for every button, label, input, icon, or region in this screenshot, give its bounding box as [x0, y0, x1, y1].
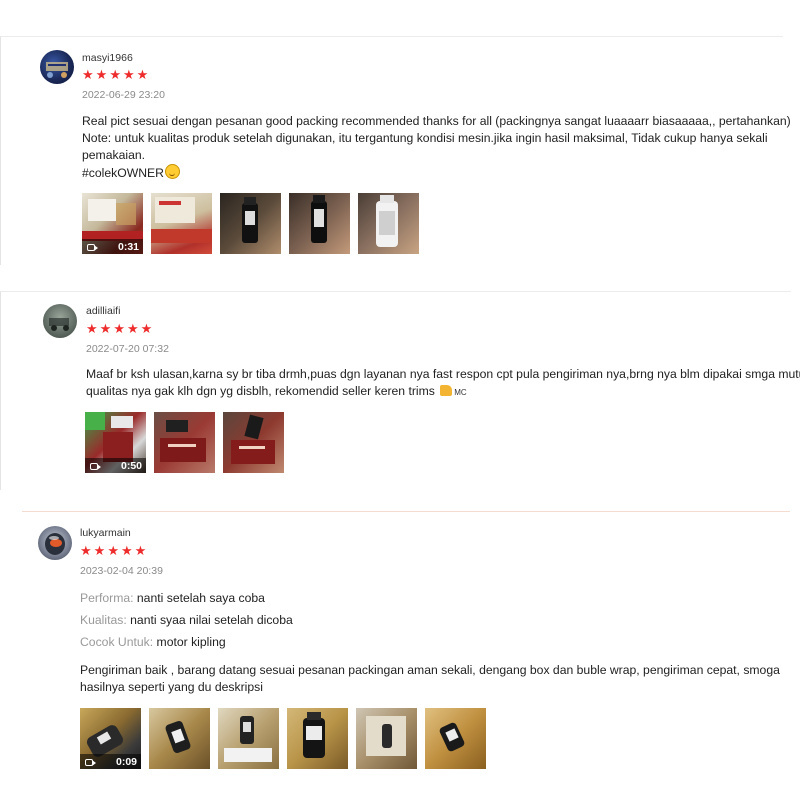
star-icon: ★	[99, 321, 113, 336]
rating-stars: ★★★★★	[86, 322, 154, 336]
review-image-thumbnail[interactable]	[220, 193, 281, 254]
review-image-thumbnail[interactable]	[223, 412, 284, 473]
smile-emoji-icon	[164, 164, 180, 179]
review-image-thumbnail[interactable]	[356, 708, 417, 769]
video-duration: 0:09	[115, 756, 137, 768]
review-image-thumbnail[interactable]	[289, 193, 350, 254]
reviewer-username[interactable]: lukyarmain	[80, 527, 131, 539]
star-icon: ★	[120, 543, 134, 558]
video-badge: 0:09	[80, 754, 141, 769]
review-image-thumbnail[interactable]	[151, 193, 212, 254]
rating-stars: ★★★★★	[82, 68, 150, 82]
thumbs-up-emoji-icon	[440, 385, 453, 396]
review-video-thumbnail[interactable]: 0:09	[80, 708, 141, 769]
review-date: 2022-06-29 23:20	[82, 89, 165, 101]
reviewer-username[interactable]: adilliaifi	[86, 305, 120, 317]
review-text-line: Real pict sesuai dengan pesanan good pac…	[82, 114, 791, 128]
review-media: 0:50	[85, 412, 284, 473]
attribute-value: motor kipling	[156, 635, 226, 649]
review-attribute-kualitas: Kualitas: nanti syaa nilai setelah dicob…	[80, 613, 293, 627]
review-attribute-performa: Performa: nanti setelah saya coba	[80, 591, 265, 605]
star-icon: ★	[93, 543, 107, 558]
avatar[interactable]	[40, 50, 74, 84]
review-card: adilliaifi ★★★★★ 2022-07-20 07:32 Maaf b…	[0, 291, 800, 490]
reviewer-username[interactable]: masyi1966	[82, 52, 133, 64]
review-text-line: qualitas nya gak klh dgn yg disblh, reko…	[86, 384, 435, 398]
star-icon: ★	[136, 67, 150, 82]
review-date: 2023-02-04 20:39	[80, 565, 163, 577]
review-image-thumbnail[interactable]	[425, 708, 486, 769]
review-text-line: hasilnya seperti yang du deskripsi	[80, 680, 263, 694]
review-image-thumbnail[interactable]	[149, 708, 210, 769]
star-icon: ★	[122, 67, 136, 82]
attribute-value: nanti setelah saya coba	[136, 591, 265, 605]
star-icon: ★	[80, 543, 93, 558]
review-attribute-cocok-untuk: Cocok Untuk: motor kipling	[80, 635, 226, 649]
review-video-thumbnail[interactable]: 0:31	[82, 193, 143, 254]
review-video-thumbnail[interactable]: 0:50	[85, 412, 146, 473]
star-icon: ★	[95, 67, 109, 82]
review-text: Pengiriman baik , barang datang sesuai p…	[80, 662, 780, 696]
star-icon: ★	[126, 321, 140, 336]
review-text-line: #colekOWNER	[82, 166, 164, 180]
video-camera-icon	[90, 463, 101, 470]
review-image-thumbnail[interactable]	[287, 708, 348, 769]
review-image-thumbnail[interactable]	[154, 412, 215, 473]
star-icon: ★	[140, 321, 154, 336]
video-badge: 0:50	[85, 458, 146, 473]
avatar[interactable]	[38, 526, 72, 560]
avatar[interactable]	[43, 304, 77, 338]
video-camera-icon	[85, 759, 96, 766]
video-badge: 0:31	[82, 239, 143, 254]
review-date: 2022-07-20 07:32	[86, 343, 169, 355]
review-text-line: Pengiriman baik , barang datang sesuai p…	[80, 663, 780, 677]
review-text-line: Note: untuk kualitas produk setelah digu…	[82, 131, 768, 145]
review-text-line: Maaf br ksh ulasan,karna sy br tiba drmh…	[86, 367, 800, 381]
attribute-label: Kualitas:	[80, 613, 127, 627]
review-text-suffix: MC	[454, 388, 467, 397]
review-text-line: pemakaian.	[82, 148, 146, 162]
attribute-label: Cocok Untuk:	[80, 635, 154, 649]
rating-stars: ★★★★★	[80, 544, 148, 558]
review-image-thumbnail[interactable]	[358, 193, 419, 254]
review-media: 0:09	[80, 708, 486, 769]
video-duration: 0:31	[117, 241, 139, 253]
star-icon: ★	[134, 543, 148, 558]
video-camera-icon	[87, 244, 98, 251]
star-icon: ★	[86, 321, 99, 336]
star-icon: ★	[113, 321, 126, 336]
review-card: masyi1966 ★★★★★ 2022-06-29 23:20 Real pi…	[0, 36, 791, 265]
video-duration: 0:50	[120, 460, 142, 472]
attribute-label: Performa:	[80, 591, 134, 605]
star-icon: ★	[109, 67, 122, 82]
review-text: Maaf br ksh ulasan,karna sy br tiba drmh…	[86, 366, 800, 401]
star-icon: ★	[107, 543, 120, 558]
review-media: 0:31	[82, 193, 419, 254]
review-image-thumbnail[interactable]	[218, 708, 279, 769]
attribute-value: nanti syaa nilai setelah dicoba	[130, 613, 293, 627]
review-card: lukyarmain ★★★★★ 2023-02-04 20:39 Perfor…	[22, 511, 790, 792]
star-icon: ★	[82, 67, 95, 82]
review-text: Real pict sesuai dengan pesanan good pac…	[82, 113, 791, 182]
